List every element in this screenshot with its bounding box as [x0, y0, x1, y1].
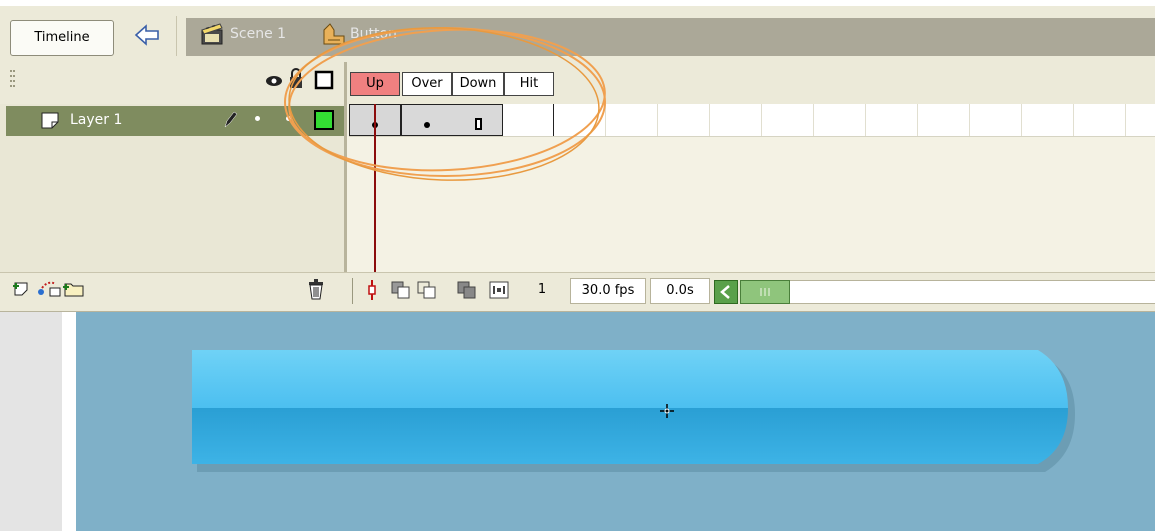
- edit-multiple-frames-icon[interactable]: [456, 280, 478, 304]
- scroll-grip-icon: [760, 288, 770, 296]
- horizontal-scrollbar-thumb[interactable]: [740, 280, 790, 304]
- visibility-dot[interactable]: [255, 116, 260, 121]
- onion-skin-icon[interactable]: [390, 280, 412, 304]
- modify-onion-markers-icon[interactable]: [488, 280, 510, 304]
- frame-cell[interactable]: [815, 104, 866, 136]
- stage-left-margin: [0, 312, 62, 531]
- layer-icon: [40, 110, 62, 134]
- frame-rate-readout: 30.0 fps: [570, 278, 646, 304]
- frame-cell[interactable]: [711, 104, 762, 136]
- scene-icon: [200, 20, 226, 52]
- frame-cell[interactable]: [1075, 104, 1126, 136]
- frame-cell[interactable]: [659, 104, 710, 136]
- insert-layer-icon[interactable]: [12, 278, 32, 302]
- layer-name[interactable]: Layer 1: [70, 112, 122, 128]
- current-frame-readout: 1: [537, 282, 547, 297]
- chevron-left-icon: [720, 285, 730, 299]
- frame-cell[interactable]: [763, 104, 814, 136]
- elapsed-time-readout: 0.0s: [650, 278, 710, 304]
- toolbar-divider: [176, 16, 177, 56]
- frame-cell[interactable]: [607, 104, 658, 136]
- pencil-edit-icon: [222, 110, 238, 134]
- timeline-toggle-button[interactable]: Timeline: [10, 20, 114, 56]
- frame-cell[interactable]: [1023, 104, 1074, 136]
- insert-folder-icon[interactable]: [62, 278, 86, 302]
- breadcrumb-scene[interactable]: Scene 1: [230, 26, 286, 42]
- horizontal-scrollbar-track[interactable]: [790, 280, 1155, 304]
- add-motion-guide-icon[interactable]: [36, 278, 62, 302]
- center-frame-icon[interactable]: [362, 278, 382, 306]
- trash-icon[interactable]: [306, 278, 326, 304]
- annotation-ellipse: [284, 27, 606, 181]
- onion-skin-outlines-icon[interactable]: [416, 280, 438, 304]
- frame-cell[interactable]: [971, 104, 1022, 136]
- frame-cell[interactable]: [867, 104, 918, 136]
- frame-cell[interactable]: [919, 104, 970, 136]
- panel-gripper[interactable]: [10, 70, 16, 92]
- button-shape[interactable]: [180, 340, 1080, 480]
- back-arrow-button[interactable]: [126, 18, 168, 52]
- scroll-left-button[interactable]: [714, 280, 738, 304]
- registration-crosshair-icon: [660, 403, 674, 422]
- left-arrow-icon: [134, 24, 159, 46]
- stage-left-border: [62, 312, 76, 531]
